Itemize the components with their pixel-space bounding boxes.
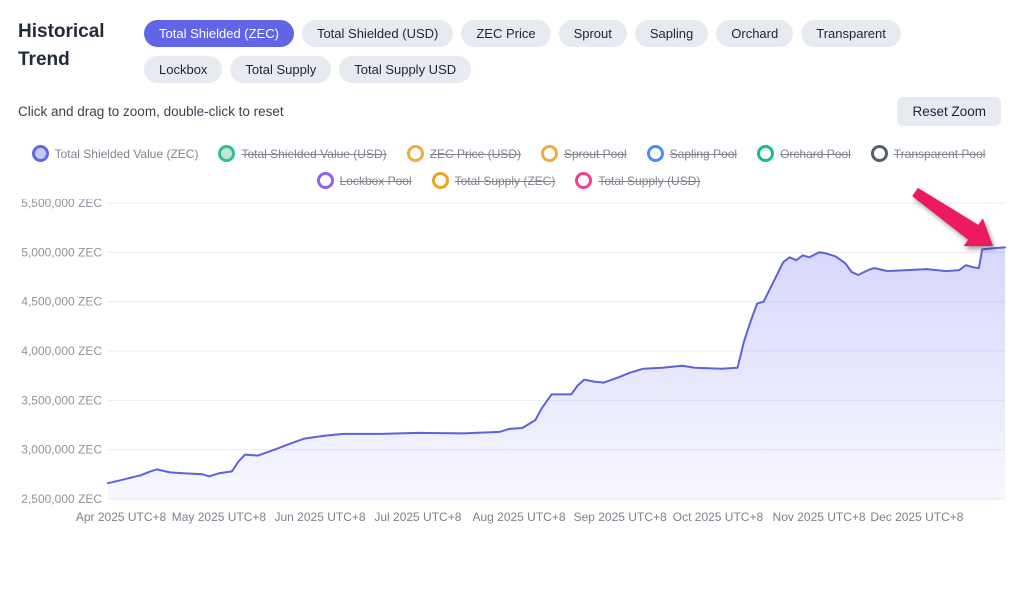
legend-item-transparent-pool[interactable]: Transparent Pool [871, 145, 986, 162]
filter-button-sprout[interactable]: Sprout [559, 20, 627, 47]
legend-marker-icon [32, 145, 49, 162]
x-axis-tick: Oct 2025 UTC+8 [673, 510, 764, 524]
filter-button-sapling[interactable]: Sapling [635, 20, 708, 47]
legend-marker-icon [407, 145, 424, 162]
legend-label: Orchard Pool [780, 147, 851, 161]
historical-trend-chart[interactable]: 2,500,000 ZEC 3,000,000 ZEC 3,500,000 ZEC 4… [0, 199, 1017, 539]
legend-item-sprout-pool[interactable]: Sprout Pool [541, 145, 627, 162]
x-axis-tick: Apr 2025 UTC+8 [76, 510, 167, 524]
legend-item-orchard-pool[interactable]: Orchard Pool [757, 145, 851, 162]
legend-marker-icon [575, 172, 592, 189]
legend-item-total-shielded-value-usd[interactable]: Total Shielded Value (USD) [218, 145, 386, 162]
legend-item-total-shielded-value-zec[interactable]: Total Shielded Value (ZEC) [32, 145, 199, 162]
legend-label: Lockbox Pool [340, 174, 412, 188]
legend-label: Total Supply (ZEC) [455, 174, 556, 188]
y-axis-tick: 3,000,000 ZEC [21, 443, 102, 457]
x-axis-tick: Dec 2025 UTC+8 [870, 510, 963, 524]
y-axis-tick: 2,500,000 ZEC [21, 492, 102, 506]
legend-marker-icon [757, 145, 774, 162]
legend-label: Total Shielded Value (USD) [241, 147, 386, 161]
legend-label: Transparent Pool [894, 147, 986, 161]
legend-marker-icon [647, 145, 664, 162]
filter-button-total-shielded-usd[interactable]: Total Shielded (USD) [302, 20, 453, 47]
legend-item-total-supply-usd[interactable]: Total Supply (USD) [575, 172, 700, 189]
y-axis-tick: 4,500,000 ZEC [21, 295, 102, 309]
y-axis-tick: 4,000,000 ZEC [21, 344, 102, 358]
legend-label: Total Shielded Value (ZEC) [55, 147, 199, 161]
chart-plot-area[interactable] [108, 203, 1005, 499]
x-axis-tick: May 2025 UTC+8 [172, 510, 267, 524]
filter-button-total-supply[interactable]: Total Supply [230, 56, 331, 83]
x-axis-tick: Sep 2025 UTC+8 [574, 510, 667, 524]
legend-item-lockbox-pool[interactable]: Lockbox Pool [317, 172, 412, 189]
y-axis-tick: 5,000,000 ZEC [21, 245, 102, 259]
chart-container: 2,500,000 ZEC 3,000,000 ZEC 3,500,000 ZEC 4… [0, 199, 1017, 544]
legend-marker-icon [541, 145, 558, 162]
y-axis-tick: 3,500,000 ZEC [21, 393, 102, 407]
hint-row: Click and drag to zoom, double-click to … [0, 97, 1017, 125]
legend-marker-icon [218, 145, 235, 162]
legend-row: Lockbox Pool Total Supply (ZEC) Total Supp… [0, 172, 1017, 189]
legend-marker-icon [317, 172, 334, 189]
filter-button-total-shielded-zec[interactable]: Total Shielded (ZEC) [144, 20, 294, 47]
filter-button-lockbox[interactable]: Lockbox [144, 56, 222, 83]
y-axis-tick: 5,500,000 ZEC [21, 199, 102, 210]
reset-zoom-button[interactable]: Reset Zoom [897, 97, 1001, 126]
legend-marker-icon [432, 172, 449, 189]
header: Historical Trend Total Shielded (ZEC)Tot… [0, 0, 1017, 83]
x-axis-tick: Jul 2025 UTC+8 [374, 510, 461, 524]
legend-marker-icon [871, 145, 888, 162]
x-axis-tick: Nov 2025 UTC+8 [773, 510, 866, 524]
x-axis-tick: Jun 2025 UTC+8 [274, 510, 365, 524]
legend-label: Sapling Pool [670, 147, 737, 161]
legend-row: Total Shielded Value (ZEC) Total Shielded… [0, 145, 1017, 162]
filter-pills: Total Shielded (ZEC) Total Shielded (USD)… [144, 20, 956, 83]
legend-label: ZEC Price (USD) [430, 147, 521, 161]
page-title: Historical Trend [18, 18, 136, 73]
legend-label: Sprout Pool [564, 147, 627, 161]
filter-button-total-supply-usd[interactable]: Total Supply USD [339, 56, 471, 83]
legend-item-total-supply-zec[interactable]: Total Supply (ZEC) [432, 172, 556, 189]
chart-legend: Total Shielded Value (ZEC) Total Shielded… [0, 145, 1017, 189]
x-axis-tick: Aug 2025 UTC+8 [472, 510, 565, 524]
filter-button-zec-price[interactable]: ZEC Price [461, 20, 550, 47]
legend-item-zec-price-usd[interactable]: ZEC Price (USD) [407, 145, 521, 162]
filter-button-transparent[interactable]: Transparent [801, 20, 901, 47]
legend-label: Total Supply (USD) [598, 174, 700, 188]
legend-item-sapling-pool[interactable]: Sapling Pool [647, 145, 737, 162]
filter-button-orchard[interactable]: Orchard [716, 20, 793, 47]
zoom-hint-text: Click and drag to zoom, double-click to … [18, 104, 284, 119]
